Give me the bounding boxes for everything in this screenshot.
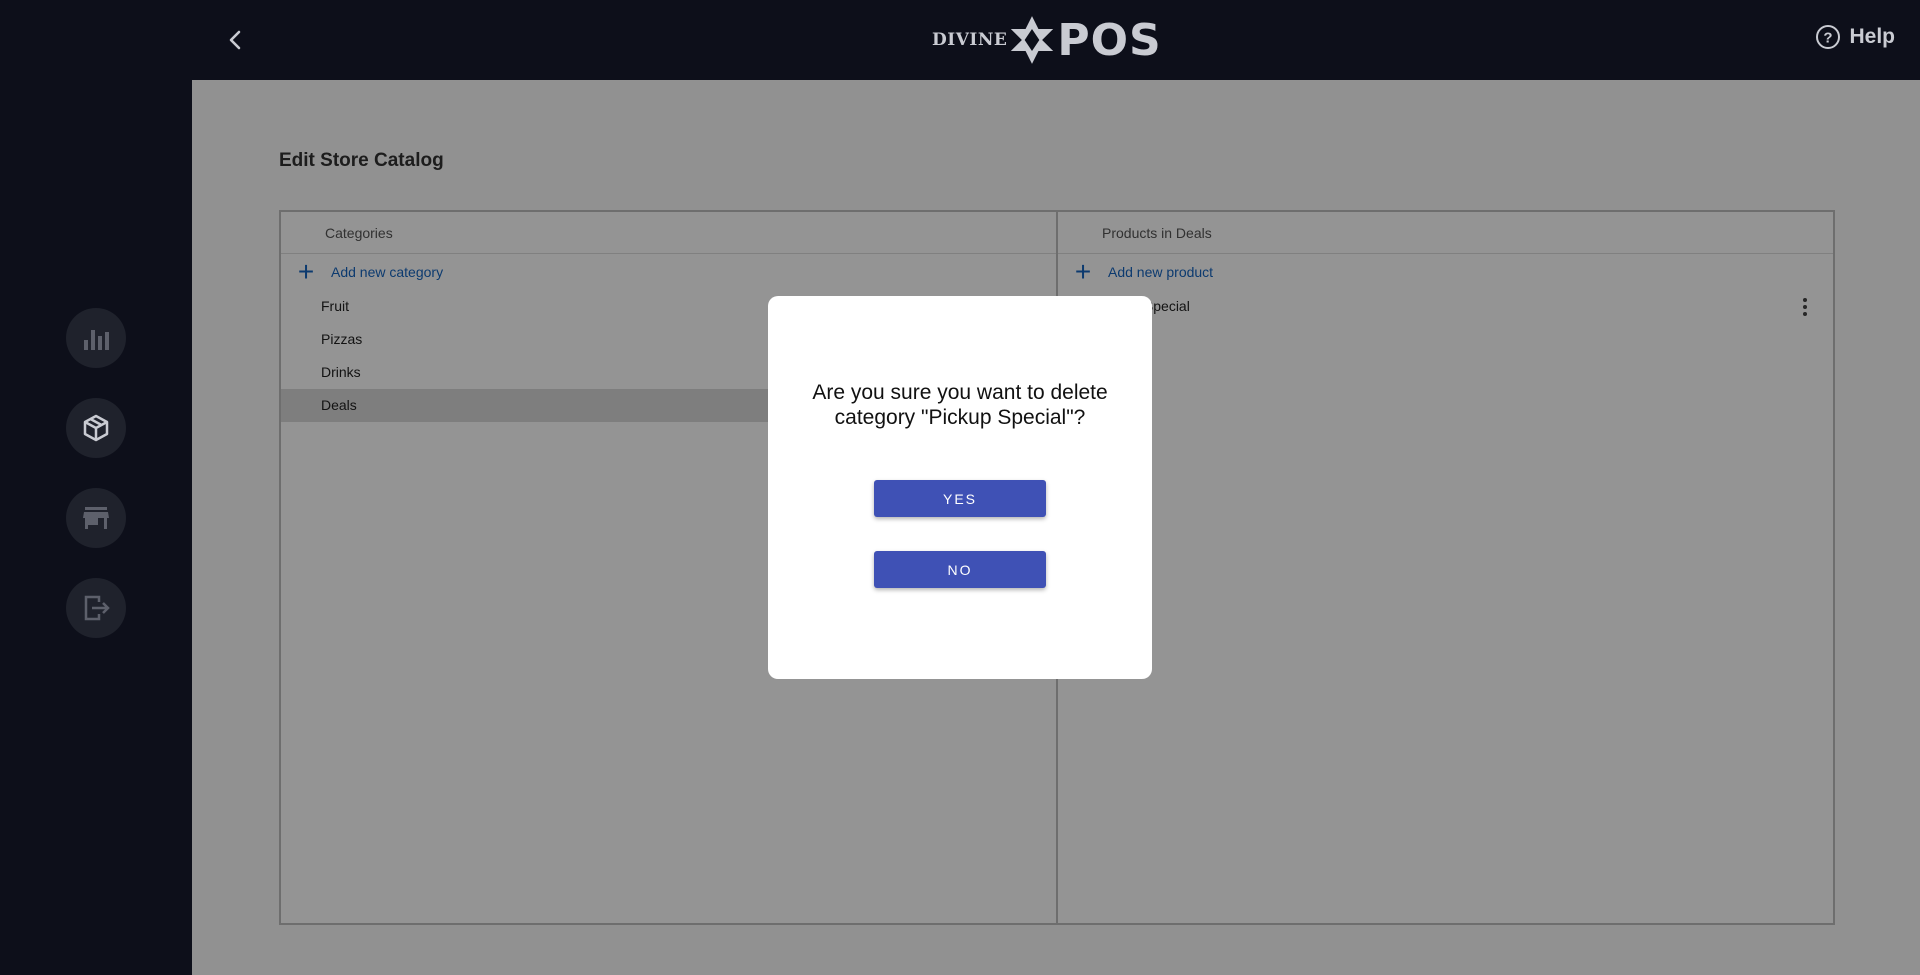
back-button[interactable] [220, 24, 252, 56]
no-button[interactable]: NO [874, 551, 1046, 588]
sidebar-item-catalog[interactable] [66, 398, 126, 458]
logo-small-text: DIVINE [932, 30, 1008, 50]
top-bar: DIVINE POS ? Help [192, 0, 1920, 80]
logout-icon [84, 595, 110, 621]
sidebar [0, 0, 192, 975]
logo-big-text: POS [1057, 14, 1162, 66]
yes-button[interactable]: YES [874, 480, 1046, 517]
bar-chart-icon [84, 330, 109, 350]
sidebar-item-store[interactable] [66, 488, 126, 548]
sidebar-item-logout[interactable] [66, 578, 126, 638]
logo: DIVINE POS [932, 10, 1162, 70]
help-circle-icon: ? [1816, 25, 1841, 49]
dialog-message: Are you sure you want to delete category… [812, 381, 1108, 429]
svg-text:?: ? [1824, 30, 1833, 47]
package-icon [83, 414, 109, 442]
help-button[interactable]: ? Help [1815, 24, 1895, 50]
delete-confirm-dialog: Are you sure you want to delete category… [768, 296, 1152, 679]
store-icon [83, 507, 109, 529]
chevron-left-icon [229, 30, 241, 50]
help-label: Help [1849, 25, 1895, 48]
star-logo-icon [1011, 16, 1054, 64]
sidebar-item-reports[interactable] [66, 308, 126, 368]
